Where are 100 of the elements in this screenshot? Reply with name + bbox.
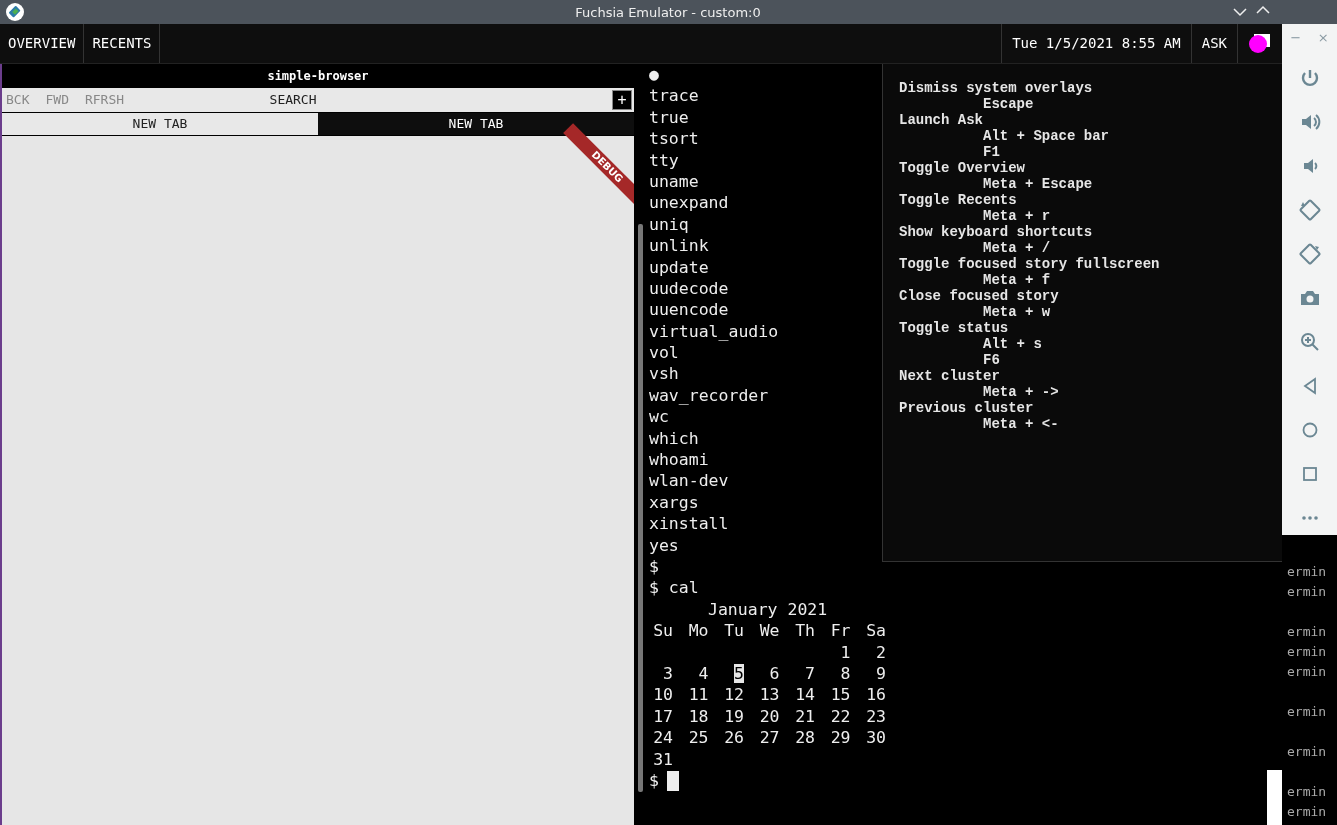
browser-title: simple-browser <box>267 68 369 85</box>
shortcut-keys: Meta + -> <box>899 384 1266 400</box>
calendar-day: 15 <box>830 685 851 705</box>
terminal-line: uname <box>649 170 700 193</box>
shortcut-action: Next cluster <box>899 368 1001 384</box>
shortcut-action: Close focused story <box>899 288 1060 304</box>
shortcut-action: Show keyboard shortcuts <box>899 224 1094 240</box>
calendar-day: 31 <box>653 749 673 769</box>
calendar-day: 28 <box>795 728 815 748</box>
calendar-day: 2 <box>876 642 886 662</box>
weekday-label: Su <box>652 620 673 642</box>
terminal-line: trace <box>649 85 700 107</box>
calendar-day: 20 <box>759 706 780 726</box>
terminal-text: ermin <box>1287 703 1328 721</box>
status-icon[interactable] <box>1248 31 1272 56</box>
weekday-label: Mo <box>687 620 709 642</box>
terminal-line: yes <box>649 534 680 556</box>
terminal-text: ermin <box>1287 743 1328 761</box>
shortcut-keys: Escape <box>899 96 1266 112</box>
calendar-day: 19 <box>724 706 744 726</box>
terminal-line: uuencode <box>649 299 730 321</box>
ask-button[interactable]: ASK <box>1190 24 1238 63</box>
calendar-day: 4 <box>698 663 709 683</box>
app-icon <box>6 3 24 21</box>
terminal-line: vsh <box>649 363 680 385</box>
terminal-line: tty <box>649 149 680 171</box>
browser-tab[interactable]: NEW TAB <box>318 113 634 135</box>
shortcut-action: Toggle Recents <box>899 192 1018 208</box>
terminal-text: ermin <box>1287 643 1328 661</box>
shortcut-action: Toggle status <box>899 320 1010 336</box>
calendar-day: 24 <box>653 728 673 748</box>
new-tab-button[interactable]: + <box>612 90 632 110</box>
weekday-label: Sa <box>865 620 886 642</box>
calendar-day: 5 <box>734 663 744 683</box>
rotate-left-icon[interactable] <box>1297 197 1322 222</box>
terminal-line: tsort <box>649 128 700 150</box>
terminal-line: vol <box>649 342 680 364</box>
calendar-day: 11 <box>688 685 709 705</box>
calendar-day: 25 <box>688 728 709 748</box>
shortcut-keys: Meta + w <box>899 304 1266 320</box>
terminal-line: uudecode <box>649 277 730 300</box>
text-cursor <box>666 771 679 792</box>
shortcut-action: Toggle focused story fullscreen <box>899 256 1161 272</box>
clock-text: Tue 1/5/2021 8:55 AM <box>1001 24 1191 63</box>
search-field[interactable]: SEARCH <box>269 92 317 108</box>
shortcut-action: Toggle Overview <box>899 160 1027 176</box>
shortcut-keys: Meta + <- <box>899 416 1266 432</box>
window-fragment <box>1267 770 1282 825</box>
shortcut-action: Previous cluster <box>899 400 1035 416</box>
calendar-day: 10 <box>653 685 673 705</box>
calendar-day: 26 <box>724 728 744 748</box>
calendar-day: 13 <box>759 685 780 705</box>
terminal-line: $ cal <box>649 577 700 599</box>
terminal-line: wc <box>649 406 670 428</box>
calendar-day: 9 <box>876 663 886 683</box>
terminal-line: uniq <box>649 213 690 236</box>
terminal-line: wav_recorder <box>649 384 770 407</box>
calendar-day: 17 <box>653 706 673 726</box>
recents-button[interactable]: RECENTS <box>84 24 161 63</box>
shortcut-keys: F6 <box>899 352 1266 368</box>
terminal-line: xinstall <box>649 513 730 535</box>
terminal-line: whoami <box>649 449 710 471</box>
rotate-right-icon[interactable] <box>1297 241 1322 266</box>
weekday-label: Th <box>794 620 815 642</box>
terminal-line: $ <box>649 556 660 578</box>
calendar-day: 12 <box>724 685 744 705</box>
shortcut-keys: Meta + Escape <box>899 176 1266 192</box>
terminal-line: unexpand <box>649 192 730 214</box>
terminal-text: ermin <box>1287 663 1328 681</box>
calendar-day: 7 <box>805 663 815 683</box>
overview-button[interactable]: OVERVIEW <box>0 24 85 63</box>
calendar-day: 1 <box>840 642 851 662</box>
terminal-text: ermin <box>1287 783 1328 801</box>
shortcut-keys: Meta + / <box>899 240 1266 256</box>
shortcut-keys: Meta + r <box>899 208 1266 224</box>
shortcut-keys: F1 <box>899 144 1266 160</box>
calendar-day: 23 <box>866 706 886 726</box>
chevron-down-icon[interactable] <box>1233 7 1247 17</box>
scrollbar[interactable] <box>638 224 643 792</box>
terminal-line: true <box>649 106 690 129</box>
calendar-day: 22 <box>830 706 851 726</box>
calendar-day: 18 <box>688 706 709 726</box>
weekday-label: Fr <box>829 620 851 642</box>
terminal-line: unlink <box>649 235 710 257</box>
calendar-day: 3 <box>663 663 673 683</box>
terminal-text: ermin <box>1287 563 1328 581</box>
terminal-text: ermin <box>1287 803 1328 821</box>
calendar-day: 14 <box>795 685 815 705</box>
shortcut-keys: Alt + s <box>899 336 1266 352</box>
terminal-text: ermin <box>1287 583 1328 601</box>
shortcut-action: Dismiss system overlays <box>899 80 1094 96</box>
calendar-day: 16 <box>866 685 886 705</box>
calendar-day: 21 <box>795 706 815 726</box>
terminal-line: which <box>649 427 700 450</box>
terminal-line: update <box>649 256 710 278</box>
chevron-up-icon[interactable] <box>1256 5 1270 15</box>
shortcut-keys: Alt + Space bar <box>899 128 1266 144</box>
calendar-day: 29 <box>830 728 851 748</box>
shortcut-action: Launch Ask <box>899 112 983 128</box>
weekday-label: Tu <box>723 620 744 642</box>
